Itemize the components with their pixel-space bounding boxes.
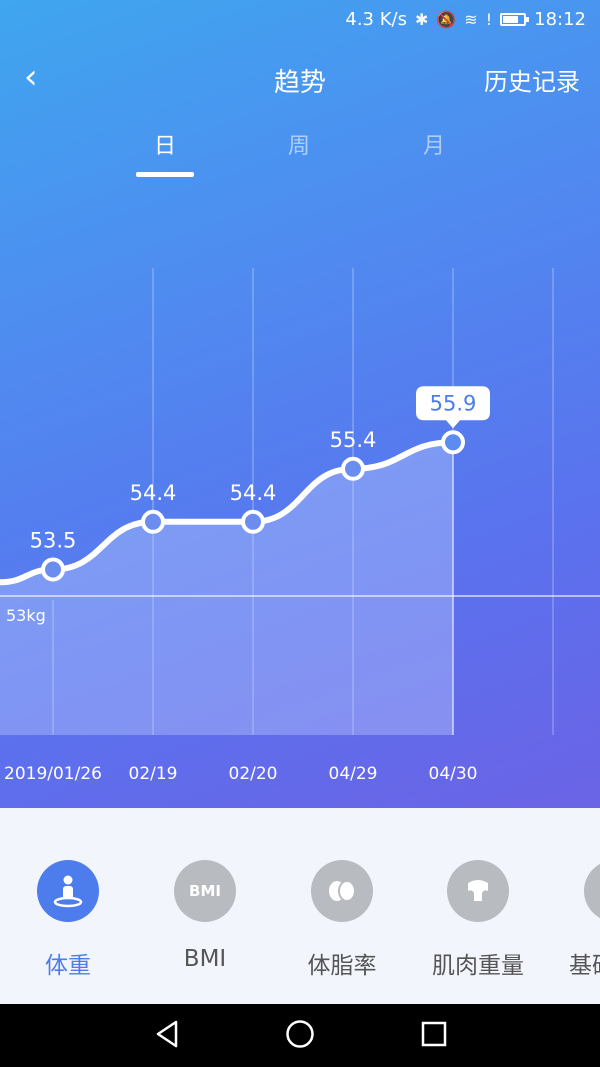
active-tab-indicator [136, 172, 194, 177]
reference-line-label: 53kg [6, 606, 46, 625]
metric-weight[interactable]: 体重 [0, 860, 138, 980]
battery-icon [500, 13, 530, 26]
data-label: 54.4 [230, 481, 277, 505]
nav-back-icon[interactable] [152, 1018, 184, 1050]
trend-hero: 53kg 53.5 54.4 54.4 55.4 55.9 2019/01/26 02/1… [0, 0, 600, 808]
data-point[interactable] [141, 509, 165, 534]
data-label: 54.4 [130, 481, 177, 505]
wifi-icon: ≋ [464, 10, 478, 29]
x-tick-label: 04/30 [429, 764, 478, 784]
metric-label: 肌肉重量 [432, 953, 524, 979]
data-label: 55.4 [330, 428, 377, 452]
x-tick-label: 04/29 [329, 764, 378, 784]
bluetooth-icon: ✱ [414, 10, 429, 29]
metric-metabolism[interactable]: 基础代谢 [545, 860, 600, 980]
data-point[interactable] [241, 509, 265, 534]
network-speed: 4.3 K/s [345, 9, 407, 30]
x-tick-label: 02/20 [229, 764, 278, 784]
bmi-icon: BMI [174, 860, 236, 922]
system-nav-bar [0, 1004, 600, 1067]
nav-recents-icon[interactable] [418, 1018, 450, 1050]
data-point[interactable] [41, 557, 65, 582]
x-tick-label: 02/19 [129, 764, 178, 784]
metric-selector: 体重 BMI BMI 体脂率 肌肉重量 基础代谢 [0, 808, 600, 1004]
metric-muscle[interactable]: 肌肉重量 [408, 860, 548, 980]
clock: 18:12 [534, 9, 586, 30]
nav-home-icon[interactable] [284, 1018, 316, 1050]
metric-label: 体脂率 [307, 953, 377, 979]
status-bar: 4.3 K/s ✱ 🔕 ≋ ! 18:12 [0, 0, 600, 40]
battery-level [503, 16, 519, 23]
tab-month[interactable]: 月 [394, 128, 474, 160]
metric-label: 体重 [45, 953, 91, 979]
data-point[interactable] [341, 456, 365, 481]
metric-label: 基础代谢 [569, 953, 600, 979]
data-point[interactable] [441, 430, 465, 455]
mute-icon: 🔕 [436, 10, 457, 29]
weight-trend-chart: 53kg 53.5 54.4 54.4 55.4 55.9 2019/01/26 02/1… [0, 268, 600, 784]
person-scale-icon [37, 860, 99, 922]
x-tick-label: 2019/01/26 [4, 764, 102, 784]
history-records-button[interactable]: 历史记录 [484, 62, 580, 97]
tab-day[interactable]: 日 [125, 128, 205, 160]
data-label: 53.5 [30, 529, 77, 553]
metric-label: BMI [183, 946, 227, 972]
period-tabs: 日 周 月 [0, 128, 600, 178]
alert-icon: ! [485, 10, 493, 29]
chart-area-fill [0, 442, 453, 735]
top-header: ‹ 趋势 历史记录 [0, 52, 600, 104]
fat-drops-icon [311, 860, 373, 922]
metric-bmi[interactable]: BMI BMI [135, 860, 275, 972]
metric-body-fat[interactable]: 体脂率 [272, 860, 412, 980]
data-label: 55.9 [430, 391, 477, 415]
tab-week[interactable]: 周 [259, 128, 339, 160]
metabolism-icon [584, 860, 600, 922]
muscle-icon [447, 860, 509, 922]
